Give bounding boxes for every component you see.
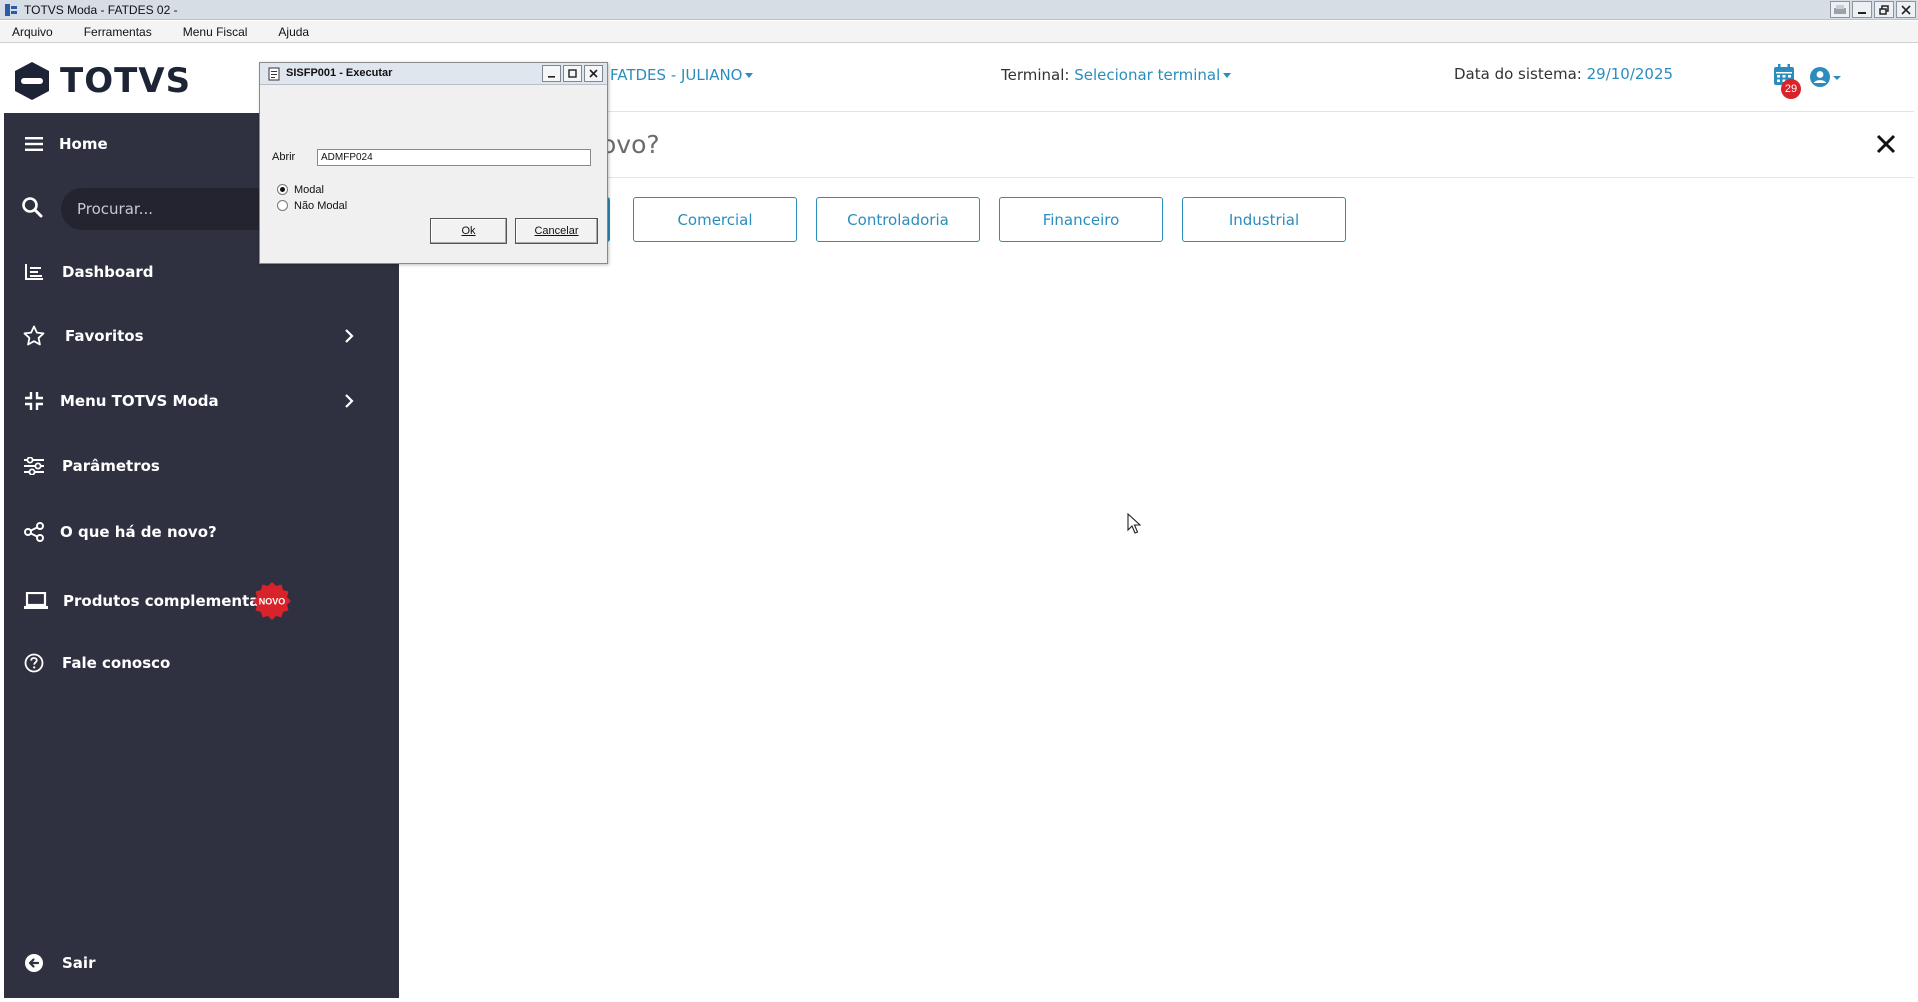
date-value: 29/10/2025	[1586, 65, 1674, 83]
calendar-button[interactable]: 29	[1773, 64, 1801, 99]
document-icon	[268, 67, 280, 81]
laptop-icon	[24, 589, 48, 613]
novo-badge: NOVO	[253, 582, 291, 620]
sidebar-item-favoritos[interactable]: Favoritos	[4, 310, 399, 362]
terminal-selector[interactable]: Selecionar terminal	[1074, 66, 1232, 84]
sidebar-item-o-que-ha-de-novo[interactable]: O que há de novo?	[4, 506, 399, 558]
chevron-right-icon	[344, 391, 358, 411]
sidebar-item-label: Menu TOTVS Moda	[60, 392, 219, 410]
menu-bar: Arquivo Ferramentas Menu Fiscal Ajuda	[0, 21, 1918, 43]
dialog-title: SISFP001 - Executar	[286, 67, 393, 79]
open-label: Abrir	[272, 151, 296, 163]
panel-title: ovo?	[601, 130, 660, 159]
company-selector[interactable]: FATDES - JULIANO	[610, 66, 754, 84]
non-modal-radio-label: Não Modal	[294, 200, 348, 212]
execute-dialog: SISFP001 - Executar Abrir Modal Não Moda…	[259, 62, 608, 264]
print-icon[interactable]	[1830, 1, 1850, 18]
open-program-input[interactable]	[317, 149, 591, 166]
menu-ajuda[interactable]: Ajuda	[278, 25, 309, 39]
category-financeiro-button[interactable]: Financeiro	[999, 197, 1163, 242]
ok-button[interactable]: Ok	[430, 218, 507, 244]
sidebar-item-produtos-complementares[interactable]: Produtos complementares NOVO	[4, 575, 399, 627]
top-header: FATDES - JULIANO Terminal: Selecionar te…	[399, 48, 1914, 112]
window-titlebar: TOTVS Moda - FATDES 02 -	[0, 0, 1918, 20]
sidebar-item-parametros[interactable]: Parâmetros	[4, 440, 399, 492]
sidebar-item-label: O que há de novo?	[60, 523, 217, 541]
sidebar-item-fale-conosco[interactable]: Fale conosco	[4, 637, 399, 689]
terminal-info: Terminal: Selecionar terminal	[1001, 66, 1232, 84]
chevron-right-icon	[344, 326, 358, 346]
minimize-button[interactable]	[1852, 1, 1872, 18]
totvs-logo-icon	[15, 61, 49, 100]
user-menu[interactable]	[1809, 66, 1843, 90]
caret-down-icon	[1223, 73, 1232, 78]
dialog-maximize-button[interactable]	[563, 65, 582, 82]
sidebar-item-label: Sair	[62, 954, 96, 972]
notification-badge: 29	[1781, 79, 1801, 99]
sidebar-item-label: Fale conosco	[62, 654, 171, 672]
company-name: FATDES - JULIANO	[610, 66, 743, 84]
app-window: TOTVS Moda - FATDES 02 - Arquivo Ferrame…	[0, 0, 1918, 1002]
menu-fiscal[interactable]: Menu Fiscal	[183, 25, 248, 39]
dialog-minimize-button[interactable]	[542, 65, 561, 82]
cancel-button[interactable]: Cancelar	[515, 218, 598, 244]
close-window-button[interactable]	[1896, 1, 1916, 18]
non-modal-radio[interactable]	[277, 200, 288, 211]
compress-icon	[22, 389, 46, 413]
window-title: TOTVS Moda - FATDES 02 -	[24, 2, 178, 17]
terminal-label: Terminal:	[1001, 66, 1070, 84]
sidebar-item-label: Parâmetros	[62, 457, 160, 475]
modal-radio[interactable]	[277, 184, 288, 195]
close-icon[interactable]	[1875, 133, 1897, 155]
logo-text: TOTVS	[60, 60, 192, 101]
help-icon	[22, 651, 46, 675]
dialog-titlebar: SISFP001 - Executar	[260, 63, 607, 85]
menu-ferramentas[interactable]: Ferramentas	[84, 25, 152, 39]
sidebar-item-label: Dashboard	[62, 263, 154, 281]
dialog-close-button[interactable]	[584, 65, 603, 82]
chart-icon	[22, 260, 46, 284]
sidebar-item-sair[interactable]: Sair	[4, 937, 399, 989]
menu-arquivo[interactable]: Arquivo	[12, 25, 53, 39]
mouse-cursor-icon	[1127, 513, 1141, 534]
sidebar-item-label: Favoritos	[65, 327, 144, 345]
novo-badge-text: NOVO	[259, 597, 286, 607]
share-icon	[22, 520, 46, 544]
restore-button[interactable]	[1874, 1, 1894, 18]
dialog-controls	[542, 65, 603, 82]
star-icon	[22, 324, 46, 348]
category-industrial-button[interactable]: Industrial	[1182, 197, 1346, 242]
hamburger-icon	[22, 132, 46, 156]
caret-down-icon	[745, 73, 754, 78]
terminal-value: Selecionar terminal	[1074, 66, 1221, 84]
category-controladoria-button[interactable]: Controladoria	[816, 197, 980, 242]
panel-divider	[399, 177, 1914, 178]
category-comercial-button[interactable]: Comercial	[633, 197, 797, 242]
system-date: Data do sistema: 29/10/2025	[1454, 65, 1673, 83]
user-avatar-icon	[1810, 67, 1841, 87]
sidebar-item-menu-totvs-moda[interactable]: Menu TOTVS Moda	[4, 375, 399, 427]
search-icon[interactable]	[21, 196, 45, 220]
sliders-icon	[22, 454, 46, 478]
exit-icon	[22, 951, 46, 975]
date-label: Data do sistema:	[1454, 65, 1582, 83]
app-icon	[4, 3, 18, 17]
window-controls	[1830, 1, 1916, 18]
sidebar-item-label: Home	[59, 135, 108, 153]
modal-radio-label: Modal	[294, 184, 324, 196]
